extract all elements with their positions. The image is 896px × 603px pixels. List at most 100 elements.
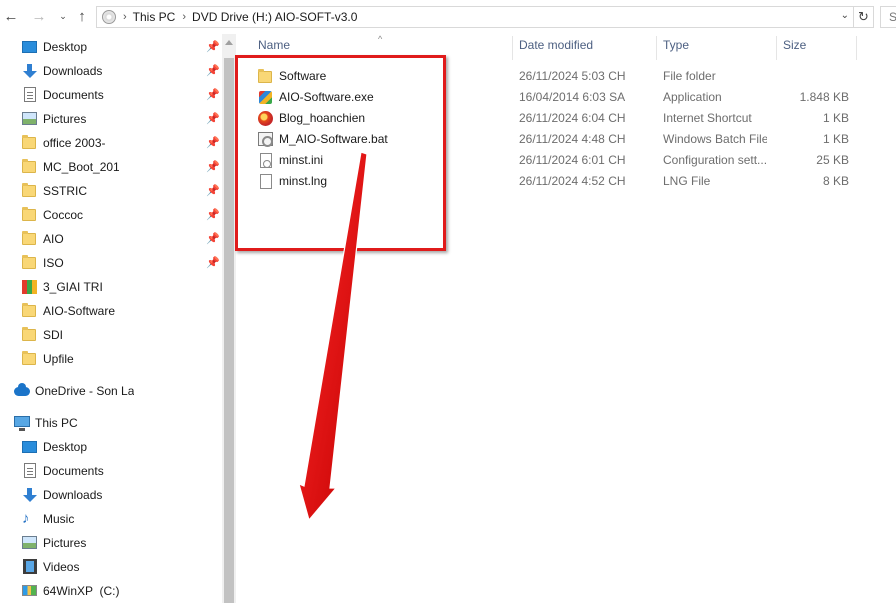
nav-item-onedrive[interactable]: OneDrive - Son La <box>0 380 222 402</box>
scroll-up-arrow-icon[interactable] <box>225 40 233 45</box>
desktop-icon <box>22 39 38 55</box>
nav-item-label: MC_Boot_2019 <box>43 160 119 174</box>
nav-item-pc-videos[interactable]: Videos <box>0 556 222 578</box>
nav-item-coccoc[interactable]: Coccoc 📌 <box>0 204 222 226</box>
nav-item-pc-drive-c[interactable]: 64WinXP (C:) <box>0 580 222 602</box>
download-icon <box>22 487 38 503</box>
nav-item-label: Documents <box>43 88 104 102</box>
column-divider[interactable] <box>856 36 857 60</box>
download-icon <box>22 63 38 79</box>
nav-item-downloads[interactable]: Downloads 📌 <box>0 60 222 82</box>
pin-icon[interactable]: 📌 <box>206 136 220 150</box>
column-header-name[interactable]: Name <box>258 38 290 52</box>
file-date: 16/04/2014 6:03 SA <box>519 90 626 104</box>
nav-item-sstric[interactable]: SSTRIC 📌 <box>0 180 222 202</box>
pin-icon[interactable]: 📌 <box>206 112 220 126</box>
nav-item-pc-desktop[interactable]: Desktop <box>0 436 222 458</box>
folder-icon <box>22 135 38 151</box>
folder-icon <box>22 183 38 199</box>
videos-icon <box>22 559 38 575</box>
nav-item-label: office 2003- <box>43 136 106 150</box>
nav-item-label: AIO-Software <box>43 304 116 318</box>
nav-item-label: SSTRIC <box>43 184 88 198</box>
pin-icon[interactable]: 📌 <box>206 64 220 78</box>
nav-item-label: Desktop <box>43 440 88 454</box>
pin-icon[interactable]: 📌 <box>206 160 220 174</box>
file-size: 8 KB <box>822 174 849 188</box>
file-date: 26/11/2024 4:52 CH <box>519 174 626 188</box>
breadcrumb-dvd-drive[interactable]: DVD Drive (H:) AIO-SOFT-v3.0 <box>192 10 357 24</box>
dvd-drive-icon <box>102 10 116 24</box>
up-arrow-icon[interactable]: ↑ <box>72 6 92 26</box>
column-header-size[interactable]: Size <box>783 38 806 52</box>
nav-item-label: Desktop <box>43 40 88 54</box>
sort-ascending-icon: ^ <box>378 34 383 44</box>
nav-item-label: Pictures <box>43 536 87 550</box>
folder-icon <box>22 207 38 223</box>
nav-item-label: Music <box>43 512 75 526</box>
recent-locations-chevron-icon[interactable]: ⌄ <box>53 6 73 26</box>
column-divider[interactable] <box>776 36 777 60</box>
pin-icon[interactable]: 📌 <box>206 256 220 270</box>
nav-item-pc-documents[interactable]: Documents <box>0 460 222 482</box>
file-type: Windows Batch File <box>663 132 767 146</box>
nav-item-label: OneDrive - Son La <box>35 384 135 398</box>
music-icon: ♪ <box>22 510 30 527</box>
nav-item-pc-downloads[interactable]: Downloads <box>0 484 222 506</box>
folder-icon <box>22 351 38 367</box>
breadcrumb-separator-icon[interactable]: › <box>182 11 186 23</box>
column-divider[interactable] <box>512 36 513 60</box>
nav-item-pc-music[interactable]: ♪ Music <box>0 508 222 530</box>
pin-icon[interactable]: 📌 <box>206 232 220 246</box>
pin-icon[interactable]: 📌 <box>206 208 220 222</box>
nav-item-mc-boot[interactable]: MC_Boot_2019 📌 <box>0 156 222 178</box>
documents-icon <box>22 463 38 479</box>
refresh-icon[interactable]: ↻ <box>854 6 874 28</box>
file-date: 26/11/2024 4:48 CH <box>519 132 626 146</box>
pin-icon[interactable]: 📌 <box>206 184 220 198</box>
file-date: 26/11/2024 6:01 CH <box>519 153 626 167</box>
pin-icon[interactable]: 📌 <box>206 88 220 102</box>
navigation-pane: Desktop 📌 Downloads 📌 Documents 📌 Pictur… <box>0 34 222 603</box>
forward-arrow-icon[interactable]: → <box>29 6 49 26</box>
nav-item-aio[interactable]: AIO 📌 <box>0 228 222 250</box>
file-size: 1.848 KB <box>799 90 849 104</box>
nav-item-desktop[interactable]: Desktop 📌 <box>0 36 222 58</box>
pin-icon[interactable]: 📌 <box>206 40 220 54</box>
nav-item-label: Downloads <box>43 488 103 502</box>
address-bar[interactable]: › This PC › DVD Drive (H:) AIO-SOFT-v3.0… <box>96 6 854 28</box>
nav-item-label: Coccoc <box>43 208 84 222</box>
nav-item-documents[interactable]: Documents 📌 <box>0 84 222 106</box>
nav-item-aio-software[interactable]: AIO-Software <box>0 300 222 322</box>
nav-item-label: Videos <box>43 560 80 574</box>
nav-item-label: This PC <box>35 416 78 430</box>
nav-item-label: Documents <box>43 464 104 478</box>
breadcrumb-separator-icon[interactable]: › <box>123 11 127 23</box>
nav-item-label: Downloads <box>43 64 103 78</box>
highlight-box <box>235 55 446 251</box>
back-arrow-icon[interactable]: ← <box>1 6 21 26</box>
nav-item-pc-pictures[interactable]: Pictures <box>0 532 222 554</box>
folder-icon <box>22 255 38 271</box>
nav-item-pictures[interactable]: Pictures 📌 <box>0 108 222 130</box>
nav-item-label: Pictures <box>43 112 87 126</box>
computer-icon <box>14 415 30 431</box>
nav-item-3-giai-tri[interactable]: 3_GIAI TRI <box>0 276 222 298</box>
folder-icon <box>22 231 38 247</box>
column-header-date-modified[interactable]: Date modified <box>519 38 593 52</box>
nav-item-office-2003[interactable]: office 2003- 📌 <box>0 132 222 154</box>
column-header-type[interactable]: Type <box>663 38 689 52</box>
column-divider[interactable] <box>656 36 657 60</box>
breadcrumb-this-pc[interactable]: This PC <box>133 10 176 24</box>
scrollbar-thumb[interactable] <box>224 58 234 603</box>
search-input[interactable]: S <box>880 6 896 28</box>
file-type: LNG File <box>663 174 711 188</box>
nav-item-label: ISO <box>43 256 64 270</box>
file-type: Configuration sett... <box>663 153 767 167</box>
nav-item-iso[interactable]: ISO 📌 <box>0 252 222 274</box>
nav-item-sdi[interactable]: SDI <box>0 324 222 346</box>
nav-scrollbar[interactable] <box>222 34 236 603</box>
nav-item-upfile[interactable]: Upfile <box>0 348 222 370</box>
address-dropdown-chevron-icon[interactable]: ⌄ <box>841 10 849 21</box>
nav-item-this-pc[interactable]: This PC <box>0 412 222 434</box>
